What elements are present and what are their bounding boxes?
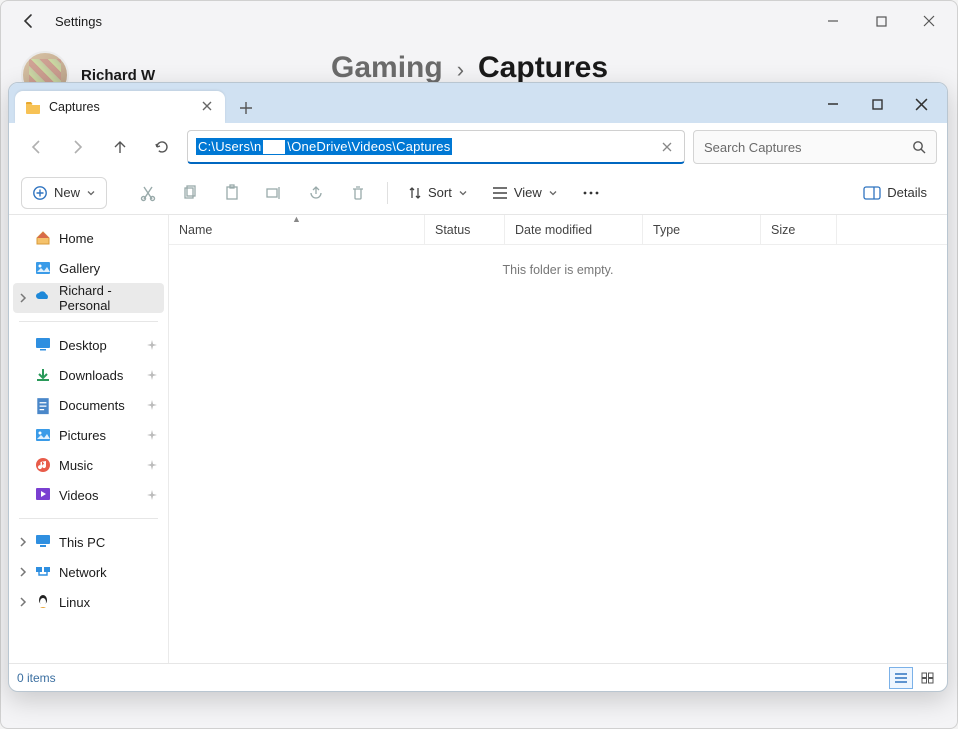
column-name[interactable]: Name ▲ bbox=[169, 215, 425, 244]
maximize-button[interactable] bbox=[855, 85, 899, 123]
sidebar-item-thispc[interactable]: This PC bbox=[13, 527, 164, 557]
minimize-button[interactable] bbox=[811, 6, 855, 36]
nav-forward-button[interactable] bbox=[61, 130, 95, 164]
pin-icon[interactable] bbox=[146, 369, 158, 381]
new-tab-button[interactable] bbox=[229, 93, 263, 123]
pictures-icon bbox=[35, 427, 51, 443]
sidebar-item-linux[interactable]: Linux bbox=[13, 587, 164, 617]
more-button[interactable] bbox=[574, 177, 608, 209]
file-list-area[interactable]: This folder is empty. bbox=[169, 245, 947, 663]
sidebar-item-desktop[interactable]: Desktop bbox=[13, 330, 164, 360]
chevron-right-icon[interactable] bbox=[17, 292, 29, 304]
videos-icon bbox=[35, 487, 51, 503]
sidebar-item-music[interactable]: Music bbox=[13, 450, 164, 480]
address-text: C:\Users\n\OneDrive\Videos\Captures bbox=[196, 138, 452, 156]
tab-label: Captures bbox=[49, 100, 100, 114]
details-view-toggle[interactable] bbox=[889, 667, 913, 689]
settings-title: Settings bbox=[55, 14, 102, 29]
copy-button[interactable] bbox=[173, 177, 207, 209]
user-name: Richard W bbox=[81, 67, 155, 84]
sort-asc-icon: ▲ bbox=[292, 214, 301, 224]
sidebar: Home Gallery Richard - Personal Desktop … bbox=[9, 215, 169, 663]
settings-titlebar: Settings bbox=[1, 1, 957, 41]
sidebar-item-documents[interactable]: Documents bbox=[13, 390, 164, 420]
close-button[interactable] bbox=[899, 85, 943, 123]
address-clear-icon[interactable] bbox=[656, 136, 678, 158]
chevron-right-icon[interactable] bbox=[17, 596, 29, 608]
chevron-right-icon[interactable] bbox=[17, 566, 29, 578]
column-size[interactable]: Size bbox=[761, 215, 837, 244]
downloads-icon bbox=[35, 367, 51, 383]
pin-icon[interactable] bbox=[146, 489, 158, 501]
tabs: Captures bbox=[15, 83, 263, 123]
search-field[interactable]: Search Captures bbox=[693, 130, 937, 164]
breadcrumb-sep: › bbox=[457, 57, 464, 83]
sidebar-item-videos[interactable]: Videos bbox=[13, 480, 164, 510]
close-button[interactable] bbox=[907, 6, 951, 36]
folder-icon bbox=[25, 100, 41, 114]
settings-title-left: Settings bbox=[21, 13, 102, 29]
delete-button[interactable] bbox=[341, 177, 375, 209]
network-icon bbox=[35, 564, 51, 580]
breadcrumb-gaming[interactable]: Gaming bbox=[331, 51, 443, 85]
explorer-window: Captures C:\Users\n\OneDrive\Videos\Capt… bbox=[8, 82, 948, 692]
settings-window-controls bbox=[811, 6, 951, 36]
details-pane-button[interactable]: Details bbox=[855, 177, 935, 209]
tab-close-icon[interactable] bbox=[201, 100, 215, 114]
nav-back-button[interactable] bbox=[19, 130, 53, 164]
documents-icon bbox=[35, 397, 51, 413]
address-field[interactable]: C:\Users\n\OneDrive\Videos\Captures bbox=[187, 130, 685, 164]
home-icon bbox=[35, 230, 51, 246]
share-button[interactable] bbox=[299, 177, 333, 209]
back-icon[interactable] bbox=[21, 13, 37, 29]
pin-icon[interactable] bbox=[146, 459, 158, 471]
item-count: 0 items bbox=[17, 671, 56, 685]
search-placeholder: Search Captures bbox=[704, 140, 802, 155]
refresh-button[interactable] bbox=[145, 130, 179, 164]
sort-button[interactable]: Sort bbox=[400, 177, 476, 209]
cut-button[interactable] bbox=[131, 177, 165, 209]
minimize-button[interactable] bbox=[811, 85, 855, 123]
paste-button[interactable] bbox=[215, 177, 249, 209]
nav-up-button[interactable] bbox=[103, 130, 137, 164]
sidebar-item-network[interactable]: Network bbox=[13, 557, 164, 587]
music-icon bbox=[35, 457, 51, 473]
content-area: Name ▲ Status Date modified Type Size Th… bbox=[169, 215, 947, 663]
empty-folder-text: This folder is empty. bbox=[503, 263, 614, 663]
sidebar-item-pictures[interactable]: Pictures bbox=[13, 420, 164, 450]
pin-icon[interactable] bbox=[146, 399, 158, 411]
onedrive-icon bbox=[35, 290, 51, 306]
statusbar: 0 items bbox=[9, 663, 947, 691]
thumbnails-view-toggle[interactable] bbox=[915, 667, 939, 689]
sidebar-item-downloads[interactable]: Downloads bbox=[13, 360, 164, 390]
explorer-titlebar: Captures bbox=[9, 83, 947, 123]
sidebar-item-home[interactable]: Home bbox=[13, 223, 164, 253]
chevron-right-icon[interactable] bbox=[17, 536, 29, 548]
new-button[interactable]: New bbox=[21, 177, 107, 209]
column-date[interactable]: Date modified bbox=[505, 215, 643, 244]
column-type[interactable]: Type bbox=[643, 215, 761, 244]
toolbar: New Sort View Details bbox=[9, 171, 947, 215]
explorer-window-controls bbox=[811, 85, 943, 123]
sidebar-item-personal[interactable]: Richard - Personal bbox=[13, 283, 164, 313]
pin-icon[interactable] bbox=[146, 429, 158, 441]
view-button[interactable]: View bbox=[484, 177, 566, 209]
column-header: Name ▲ Status Date modified Type Size bbox=[169, 215, 947, 245]
address-bar-row: C:\Users\n\OneDrive\Videos\Captures Sear… bbox=[9, 123, 947, 171]
search-icon bbox=[912, 140, 926, 154]
tab-captures[interactable]: Captures bbox=[15, 91, 225, 123]
breadcrumb-captures: Captures bbox=[478, 51, 608, 85]
linux-icon bbox=[35, 594, 51, 610]
column-status[interactable]: Status bbox=[425, 215, 505, 244]
gallery-icon bbox=[35, 260, 51, 276]
maximize-button[interactable] bbox=[859, 6, 903, 36]
pc-icon bbox=[35, 534, 51, 550]
pin-icon[interactable] bbox=[146, 339, 158, 351]
explorer-body: Home Gallery Richard - Personal Desktop … bbox=[9, 215, 947, 663]
rename-button[interactable] bbox=[257, 177, 291, 209]
desktop-icon bbox=[35, 337, 51, 353]
sidebar-item-gallery[interactable]: Gallery bbox=[13, 253, 164, 283]
